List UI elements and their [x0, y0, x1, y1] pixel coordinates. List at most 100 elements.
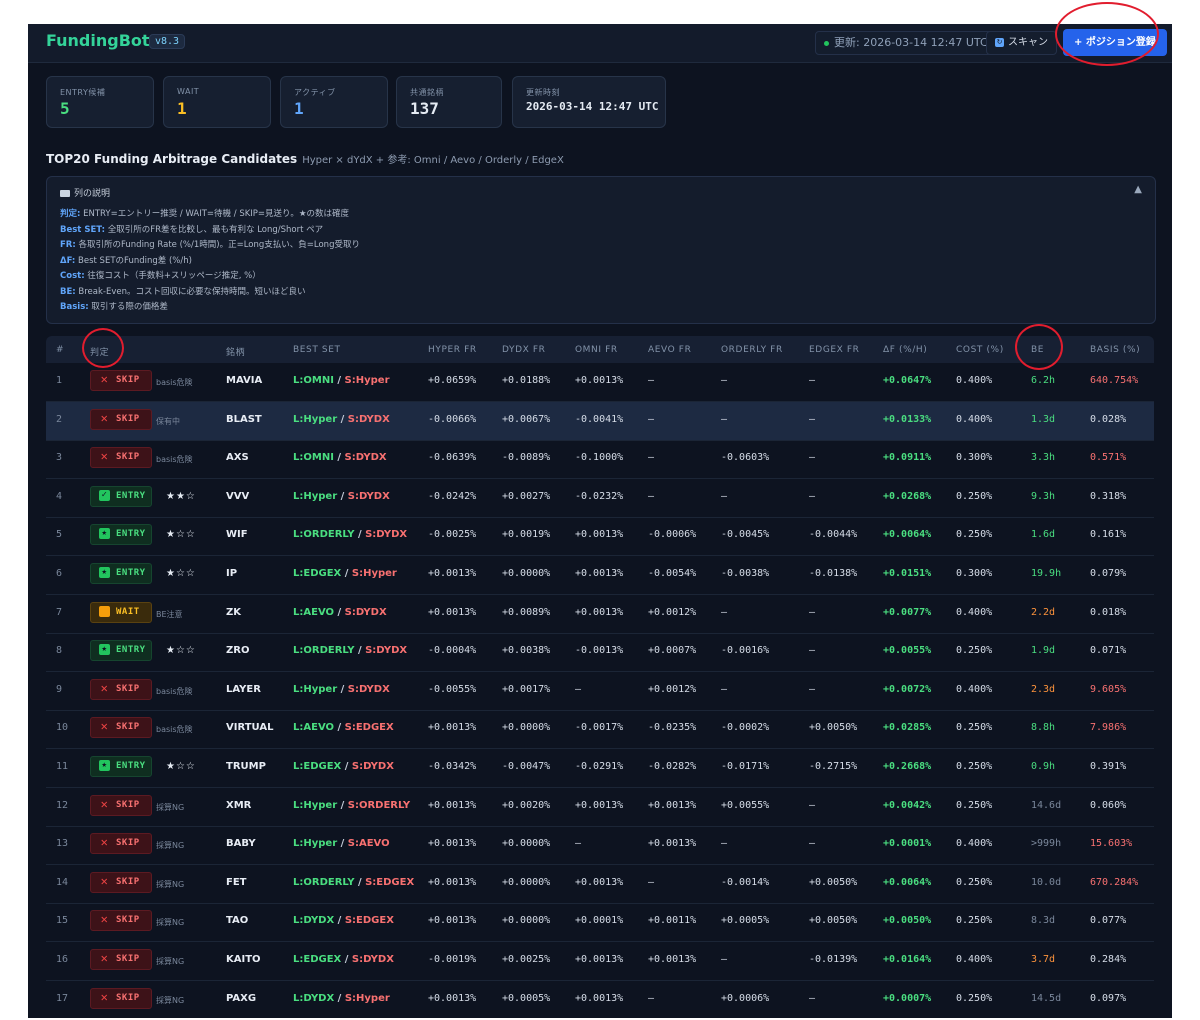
verdict-label: ENTRY: [116, 490, 146, 501]
table-row[interactable]: 8 ★ ENTRY ★☆☆ ZRO L:ORDERLY / S:DYDX -0.0004% +…: [46, 633, 1154, 673]
aevo-fr: —: [648, 413, 655, 425]
check-icon: ✓: [99, 489, 110, 501]
stat-card: 共通銘柄 137: [396, 76, 502, 128]
legend-heading[interactable]: 列の説明: [60, 186, 110, 199]
table-row[interactable]: 15 ✕ SKIP 採算NG TAO L:DYDX / S:EDGEX +0.0013% +0…: [46, 903, 1154, 943]
edgex-fr: —: [809, 452, 816, 464]
orderly-fr: —: [721, 838, 728, 850]
scan-button[interactable]: ↻ スキャン: [986, 31, 1057, 55]
table-row[interactable]: 13 ✕ SKIP 採算NG BABY L:Hyper / S:AEVO +0.0013% +…: [46, 826, 1154, 866]
table-row[interactable]: 3 ✕ SKIP basis危険 AXS L:OMNI / S:DYDX -0.0639% -…: [46, 440, 1154, 480]
symbol: XMR: [226, 799, 252, 811]
column-header[interactable]: 銘柄: [226, 345, 245, 358]
column-header[interactable]: 判定: [90, 345, 109, 358]
symbol: FET: [226, 876, 247, 888]
symbol: AXS: [226, 452, 249, 464]
cost: 0.300%: [956, 568, 993, 579]
verdict-badge: ✕ SKIP: [90, 447, 152, 469]
best-set-short: S:DYDX: [351, 761, 394, 772]
cost: 0.250%: [956, 761, 993, 772]
column-header[interactable]: HYPER FR: [428, 345, 477, 355]
column-header[interactable]: COST (%): [956, 345, 1004, 355]
best-set-long: L:Hyper: [293, 799, 338, 811]
table-row[interactable]: 11 ★ ENTRY ★☆☆ TRUMP L:EDGEX / S:DYDX -0.0342%…: [46, 749, 1154, 788]
table-row[interactable]: 9 ✕ SKIP basis危険 LAYER L:Hyper / S:DYDX -0.005…: [46, 672, 1154, 711]
cost: 0.400%: [956, 606, 993, 618]
dydx-fr: +0.0025%: [502, 954, 551, 965]
column-header[interactable]: #: [56, 345, 64, 355]
table-row[interactable]: 10 ✕ SKIP basis危険 VIRTUAL L:AEVO / S:EDGEX +0.…: [46, 710, 1154, 750]
hyper-fr: -0.0242%: [428, 490, 477, 502]
confidence-stars: ★☆☆: [166, 761, 196, 772]
basis: 0.097%: [1090, 992, 1127, 1004]
delta-funding: +0.0151%: [883, 568, 932, 579]
page-subtitle: Hyper × dYdX + 参考: Omni / Aevo / Orderly…: [302, 155, 564, 166]
delta-funding: +0.0055%: [883, 645, 932, 657]
table-row[interactable]: 5 ★ ENTRY ★☆☆ WIF L:ORDERLY / S:DYDX -0.0025% +…: [46, 517, 1154, 557]
basis: 0.071%: [1090, 645, 1127, 657]
basis: 0.077%: [1090, 915, 1127, 927]
column-header[interactable]: OMNI FR: [575, 345, 618, 355]
table-row[interactable]: 4 ✓ ENTRY ★★☆ VVV L:Hyper / S:DYDX -0.0242% +0.…: [46, 479, 1154, 518]
table-row[interactable]: 7 WAIT BE注意 ZK L:AEVO / S:DYDX +0.0013% +0.008…: [46, 595, 1154, 634]
break-even: 9.3h: [1031, 490, 1056, 502]
orderly-fr: -0.0014%: [721, 876, 770, 888]
table-row[interactable]: 6 ★ ENTRY ★☆☆ IP L:EDGEX / S:Hyper +0.0013% +0.…: [46, 556, 1154, 595]
add-position-button[interactable]: + ポジション登録: [1063, 29, 1167, 56]
delta-funding: +0.0064%: [883, 529, 932, 541]
best-set: L:Hyper / S:DYDX: [293, 491, 390, 502]
edgex-fr: —: [809, 799, 816, 811]
dydx-fr: +0.0019%: [502, 529, 551, 541]
best-set-long: L:ORDERLY: [293, 645, 355, 657]
legend-text: ENTRY=エントリー推奨 / WAIT=待機 / SKIP=見送り。★の数は確…: [83, 209, 349, 219]
verdict-note: basis危険: [156, 378, 193, 387]
column-header[interactable]: ΔF (%/H): [883, 345, 927, 355]
aevo-fr: —: [648, 375, 655, 386]
best-set: L:OMNI / S:Hyper: [293, 375, 390, 386]
legend-collapse-toggle[interactable]: ▲: [1134, 184, 1142, 195]
edgex-fr: —: [809, 413, 816, 425]
edgex-fr: -0.0044%: [809, 529, 858, 541]
x-icon: ✕: [100, 680, 109, 695]
legend-line: ΔF: Best SETのFunding差 (%/h): [60, 254, 192, 266]
stat-card: 更新時刻 2026-03-14 12:47 UTC: [512, 76, 666, 128]
orderly-fr: —: [721, 606, 728, 618]
x-icon: ✕: [100, 410, 109, 425]
best-set-short: S:EDGEX: [344, 915, 394, 927]
x-icon: ✕: [100, 449, 109, 464]
best-set: L:DYDX / S:EDGEX: [293, 915, 394, 926]
table-row[interactable]: 2 ✕ SKIP 保有中 BLAST L:Hyper / S:DYDX -0.0066% +0…: [46, 401, 1154, 441]
best-set-separator: /: [337, 838, 348, 850]
delta-funding: +0.0001%: [883, 838, 932, 850]
delta-funding: +0.0042%: [883, 799, 932, 811]
verdict-note: 採算NG: [156, 879, 185, 889]
table-row[interactable]: 17 ✕ SKIP 採算NG PAXG L:DYDX / S:Hyper +0.0013% +…: [46, 981, 1154, 1018]
hyper-fr: -0.0025%: [428, 529, 477, 541]
update-status: 更新: 2026-03-14 12:47 UTC: [815, 31, 997, 55]
omni-fr: +0.0013%: [575, 606, 624, 618]
aevo-fr: +0.0013%: [648, 799, 697, 811]
column-header[interactable]: BE: [1031, 345, 1044, 355]
best-set: L:EDGEX / S:DYDX: [293, 761, 394, 772]
verdict-badge: WAIT: [90, 601, 152, 623]
symbol: TRUMP: [226, 761, 266, 772]
cost: 0.400%: [956, 683, 993, 695]
best-set-long: L:ORDERLY: [293, 876, 355, 888]
break-even: 14.5d: [1031, 992, 1062, 1004]
column-header[interactable]: DYDX FR: [502, 345, 546, 355]
table-row[interactable]: 16 ✕ SKIP 採算NG KAITO L:EDGEX / S:DYDX -0.0019%…: [46, 942, 1154, 981]
column-header[interactable]: ORDERLY FR: [721, 345, 783, 355]
dydx-fr: +0.0020%: [502, 799, 551, 811]
column-header[interactable]: BASIS (%): [1090, 345, 1140, 355]
table-row[interactable]: 12 ✕ SKIP 採算NG XMR L:Hyper / S:ORDERLY +0.0013…: [46, 788, 1154, 827]
table-row[interactable]: 1 ✕ SKIP basis危険 MAVIA L:OMNI / S:Hyper +0.065…: [46, 363, 1154, 402]
column-header[interactable]: BEST SET: [293, 345, 341, 355]
row-number: 2: [56, 413, 63, 425]
edgex-fr: —: [809, 490, 816, 502]
table-row[interactable]: 14 ✕ SKIP 採算NG FET L:ORDERLY / S:EDGEX +0.0013…: [46, 865, 1154, 904]
omni-fr: -0.0013%: [575, 645, 624, 657]
column-header[interactable]: AEVO FR: [648, 345, 691, 355]
stat-value: 1: [294, 99, 304, 118]
verdict-badge: ✓ ENTRY: [90, 485, 152, 507]
column-header[interactable]: EDGEX FR: [809, 345, 860, 355]
